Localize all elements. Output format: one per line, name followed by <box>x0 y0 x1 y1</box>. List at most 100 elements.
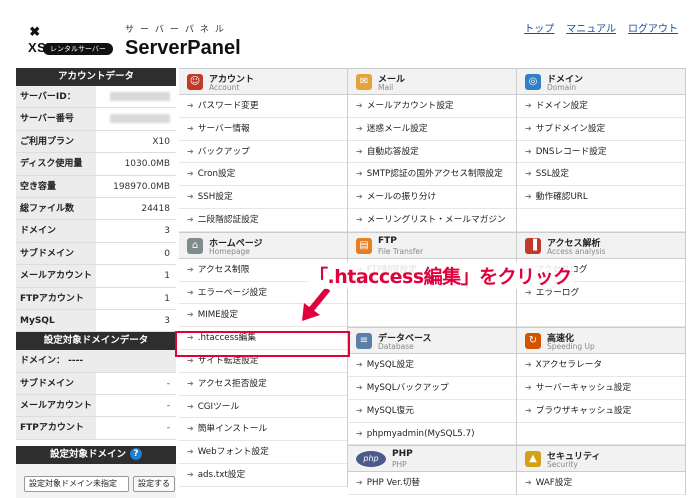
category-header: ✉ メール Mail <box>348 68 516 95</box>
domain-row-value: - <box>96 417 176 439</box>
menu-item[interactable]: ➔ SSL設定 <box>517 163 685 187</box>
account-row-value: 3 <box>96 309 176 332</box>
menu-item[interactable]: ➔ ブラウザキャッシュ設定 <box>517 400 685 423</box>
category-subtitle: Homepage <box>209 246 250 256</box>
menu-item-label: PHP Ver.切替 <box>366 478 420 489</box>
menu-item[interactable]: ➔ SMTP認証の国外アクセス制限設定 <box>348 163 516 187</box>
menu-item[interactable]: ➔ サブドメイン設定 <box>517 118 685 141</box>
category-subtitle: Domain <box>547 83 577 92</box>
category-header: ▤ FTP File Transfer <box>348 231 516 259</box>
arrow-right-icon: ➔ <box>525 405 532 415</box>
account-row: MySQL 3 <box>16 309 176 333</box>
menu-item[interactable]: ➔ PHP Ver.切替 <box>348 472 516 496</box>
account-row: サーバー番号 <box>16 108 176 131</box>
menu-item-label: ブラウザキャッシュ設定 <box>535 405 632 416</box>
nav-top-link[interactable]: トップ <box>524 20 554 35</box>
menu-item-label: サーバー情報 <box>197 123 250 134</box>
account-data-title: アカウントデータ <box>16 68 176 86</box>
domain-data-title: 設定対象ドメインデータ <box>16 332 176 351</box>
account-row: ドメイン 3 <box>16 220 176 243</box>
account-row: メールアカウント 1 <box>16 265 176 288</box>
arrow-right-icon: ➔ <box>187 101 194 110</box>
category-header: ↻ 高速化 Speeding Up <box>517 327 685 355</box>
menu-item[interactable]: ➔ 動作確認URL <box>517 186 685 209</box>
nav-manual-link[interactable]: マニュアル <box>566 20 616 35</box>
category-subtitle: PHP <box>392 460 407 470</box>
menu-item-label: サブドメイン設定 <box>535 123 606 134</box>
arrow-right-icon: ➔ <box>356 101 363 110</box>
menu-item[interactable]: ➔ Cron設定 <box>179 163 347 187</box>
menu-item[interactable]: ➔ MySQL復元 <box>348 400 516 423</box>
menu-item[interactable]: ➔ Webフォント設定 <box>179 441 347 464</box>
menu-item-label: Xアクセラレータ <box>535 360 603 371</box>
arrow-right-icon: ➔ <box>356 123 363 133</box>
menu-item[interactable]: ➔ CGIツール <box>179 396 347 419</box>
folder-icon: ▤ <box>356 237 372 254</box>
arrow-right-icon: ➔ <box>187 214 194 224</box>
domain-select-title-text: 設定対象ドメイン <box>49 448 126 460</box>
menu-item-label: パスワード変更 <box>197 101 259 111</box>
help-icon[interactable]: ? <box>130 448 142 461</box>
menu-item[interactable]: ➔ メールの振り分け <box>348 186 516 209</box>
menu-item[interactable]: ➔ アクセス拒否設定 <box>179 373 347 396</box>
category-header: ▲ セキュリティ Security <box>517 445 685 473</box>
arrow-right-icon: ➔ <box>187 123 194 133</box>
menu-item[interactable]: ➔ 迷惑メール設定 <box>348 118 516 141</box>
menu-item[interactable]: ➔ MySQL設定 <box>348 354 516 377</box>
highlight-box <box>175 331 350 357</box>
account-row: サーバーID： <box>16 86 176 109</box>
menu-item-label: MIME設定 <box>197 310 239 321</box>
menu-item[interactable]: ➔ パスワード変更 <box>179 95 347 118</box>
menu-item-label: メーリングリスト・メールマガジン <box>366 214 506 225</box>
menu-item[interactable]: ➔ メールアカウント設定 <box>348 95 516 118</box>
menu-item[interactable]: ➔ SSH設定 <box>179 186 347 209</box>
menu-item[interactable]: ➔ バックアップ <box>179 141 347 164</box>
menu-item[interactable]: ➔ ads.txt設定 <box>179 464 347 487</box>
menu-item[interactable]: ➔ ドメイン設定 <box>517 95 685 118</box>
account-row-value: 24418 <box>96 197 176 220</box>
apply-domain-button[interactable]: 設定する <box>133 475 175 492</box>
menu-item[interactable]: ➔ サーバー情報 <box>179 118 347 141</box>
domain-label: ドメイン： ---- <box>16 350 176 373</box>
menu-item[interactable]: ➔ DNSレコード設定 <box>517 141 685 164</box>
xserver-logo[interactable]: ✖XSERVER レンタルサーバー <box>28 24 113 60</box>
menu-item[interactable]: ➔ WAF設定 <box>517 472 685 496</box>
arrow-right-icon: ➔ <box>187 401 194 411</box>
arrow-right-icon: ➔ <box>525 382 532 392</box>
menu-item-label: phpmyadmin(MySQL5.7) <box>366 428 475 439</box>
empty-row <box>517 423 685 446</box>
menu-item-label: エラーページ設定 <box>197 287 268 298</box>
menu-item[interactable]: ➔ 自動応答設定 <box>348 141 516 164</box>
menu-item-label: エラーログ <box>535 287 580 298</box>
menu-item[interactable]: ➔ メーリングリスト・メールマガジン <box>348 209 516 232</box>
domain-row-label: サブドメイン <box>16 372 96 395</box>
nav-logout-link[interactable]: ログアウト <box>628 20 678 35</box>
menu-item[interactable]: ➔ phpmyadmin(MySQL5.7) <box>348 423 516 446</box>
sidebar: アカウントデータ サーバーID： サーバー番号 ご利用プラン X10 ディスク使用量 103… <box>16 68 176 498</box>
menu-item[interactable]: ➔ Xアクセラレータ <box>517 354 685 377</box>
menu-item-label: メールの振り分け <box>366 192 437 203</box>
arrow-right-icon: ➔ <box>356 192 363 202</box>
arrow-right-icon: ➔ <box>525 192 532 202</box>
menu-item[interactable]: ➔ 簡単インストール <box>179 418 347 442</box>
arrow-right-icon: ➔ <box>525 169 532 179</box>
menu-item[interactable]: ➔ 二段階認証設定 <box>179 209 347 232</box>
category-subtitle: Speeding Up <box>547 342 595 352</box>
category-title: PHP <box>392 449 413 460</box>
database-icon: ≡ <box>356 333 372 350</box>
account-row-label: ドメイン <box>16 220 96 242</box>
menu-item[interactable]: ➔ サーバーキャッシュ設定 <box>517 377 685 400</box>
menu-item-label: メールアカウント設定 <box>366 101 454 111</box>
menu-item-label: ads.txt設定 <box>197 469 246 480</box>
domain-row-label: メールアカウント <box>16 395 96 417</box>
account-row-value: 198970.0MB <box>96 175 176 197</box>
arrow-right-icon: ➔ <box>187 169 194 179</box>
domain-select[interactable]: 設定対象ドメイン未指定 <box>24 475 129 492</box>
arrow-right-icon: ➔ <box>187 469 194 479</box>
menu-item[interactable]: ➔ MySQLバックアップ <box>348 377 516 400</box>
account-row-value <box>96 108 176 130</box>
menu-item-label: DNSレコード設定 <box>535 146 607 157</box>
speed-icon: ↻ <box>525 333 541 350</box>
globe-icon: ◎ <box>525 74 541 90</box>
arrow-right-icon: ➔ <box>356 382 363 392</box>
